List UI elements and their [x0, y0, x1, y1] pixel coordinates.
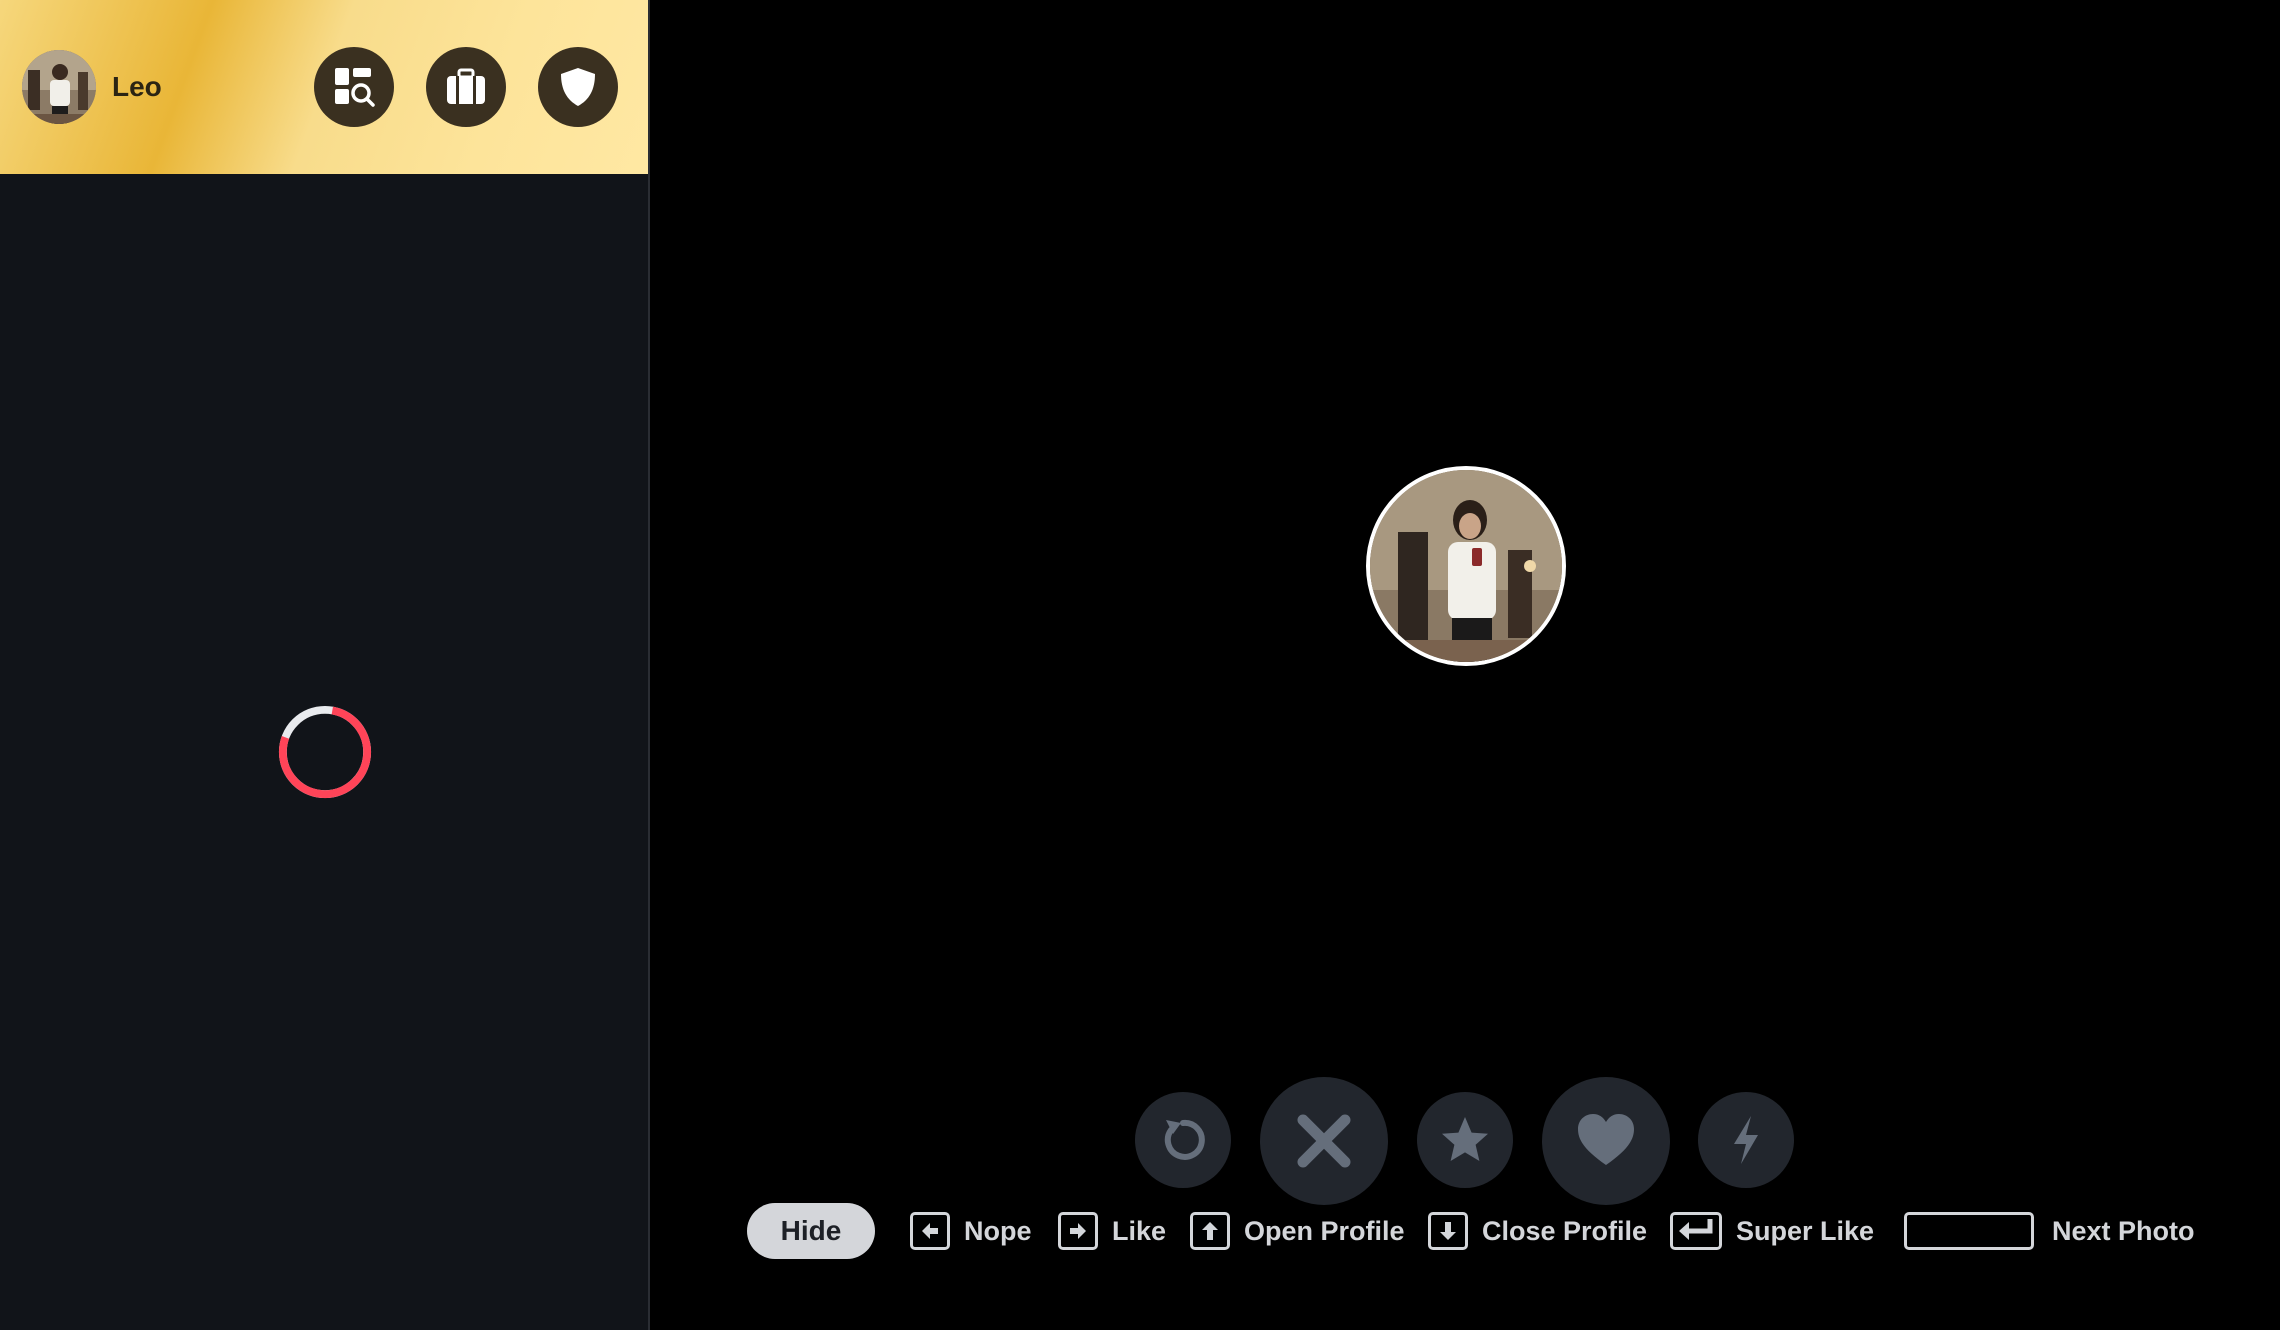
- shortcut-super-like: Super Like: [1670, 1210, 1874, 1252]
- hide-shortcuts-button[interactable]: Hide: [747, 1203, 875, 1259]
- shortcut-next-photo: Next Photo: [1904, 1210, 2195, 1252]
- app-window: Leo Hide Nope Like Open Profile Close Pr…: [0, 0, 2280, 1330]
- shortcut-label: Nope: [964, 1215, 1032, 1246]
- enter-icon: [1679, 1219, 1713, 1240]
- explore-icon: [335, 68, 375, 107]
- rewind-button[interactable]: [1135, 1092, 1231, 1188]
- sidebar: Leo: [0, 0, 650, 1330]
- shortcut-label: Next Photo: [2052, 1215, 2195, 1246]
- rewind-icon: [1164, 1119, 1205, 1160]
- shortcut-label: Like: [1112, 1215, 1167, 1246]
- enter-key: [1670, 1212, 1722, 1250]
- left-arrow-key: [910, 1212, 950, 1250]
- right-arrow-key: [1058, 1212, 1098, 1250]
- down-arrow-key: [1428, 1212, 1468, 1250]
- sidebar-header: Leo: [0, 0, 648, 174]
- loading-spinner: [278, 705, 372, 799]
- match-avatar: [1366, 466, 1566, 666]
- passport-button[interactable]: [426, 47, 506, 127]
- super-like-button[interactable]: [1417, 1092, 1513, 1188]
- safety-button[interactable]: [538, 47, 618, 127]
- space-key: [1904, 1212, 2034, 1250]
- star-icon: [1442, 1117, 1488, 1161]
- nope-button[interactable]: [1260, 1077, 1388, 1205]
- shortcut-label: Super Like: [1736, 1215, 1875, 1246]
- arrow-right-icon: [1070, 1223, 1086, 1239]
- shortcut-nope: Nope: [910, 1210, 1032, 1252]
- keyboard-shortcuts-bar: Hide Nope Like Open Profile Close Profil…: [650, 1200, 2280, 1262]
- arrow-up-icon: [1202, 1222, 1218, 1240]
- x-icon: [1297, 1114, 1351, 1168]
- heart-icon: [1578, 1114, 1634, 1165]
- explore-button[interactable]: [314, 47, 394, 127]
- briefcase-icon: [447, 68, 485, 104]
- main-panel: Hide Nope Like Open Profile Close Profil…: [650, 0, 2280, 1330]
- user-name: Leo: [112, 71, 162, 102]
- like-button[interactable]: [1542, 1077, 1670, 1205]
- shortcut-open-profile: Open Profile: [1190, 1210, 1405, 1252]
- lightning-icon: [1734, 1116, 1758, 1164]
- user-avatar: [22, 50, 96, 124]
- shield-icon: [561, 68, 595, 106]
- shortcut-label: Close Profile: [1482, 1215, 1648, 1246]
- shortcut-label: Open Profile: [1244, 1215, 1405, 1246]
- shortcut-like: Like: [1058, 1210, 1166, 1252]
- arrow-left-icon: [922, 1223, 938, 1239]
- boost-button[interactable]: [1698, 1092, 1794, 1188]
- my-profile-link[interactable]: Leo: [22, 50, 162, 124]
- up-arrow-key: [1190, 1212, 1230, 1250]
- arrow-down-icon: [1440, 1222, 1456, 1240]
- shortcut-close-profile: Close Profile: [1428, 1210, 1647, 1252]
